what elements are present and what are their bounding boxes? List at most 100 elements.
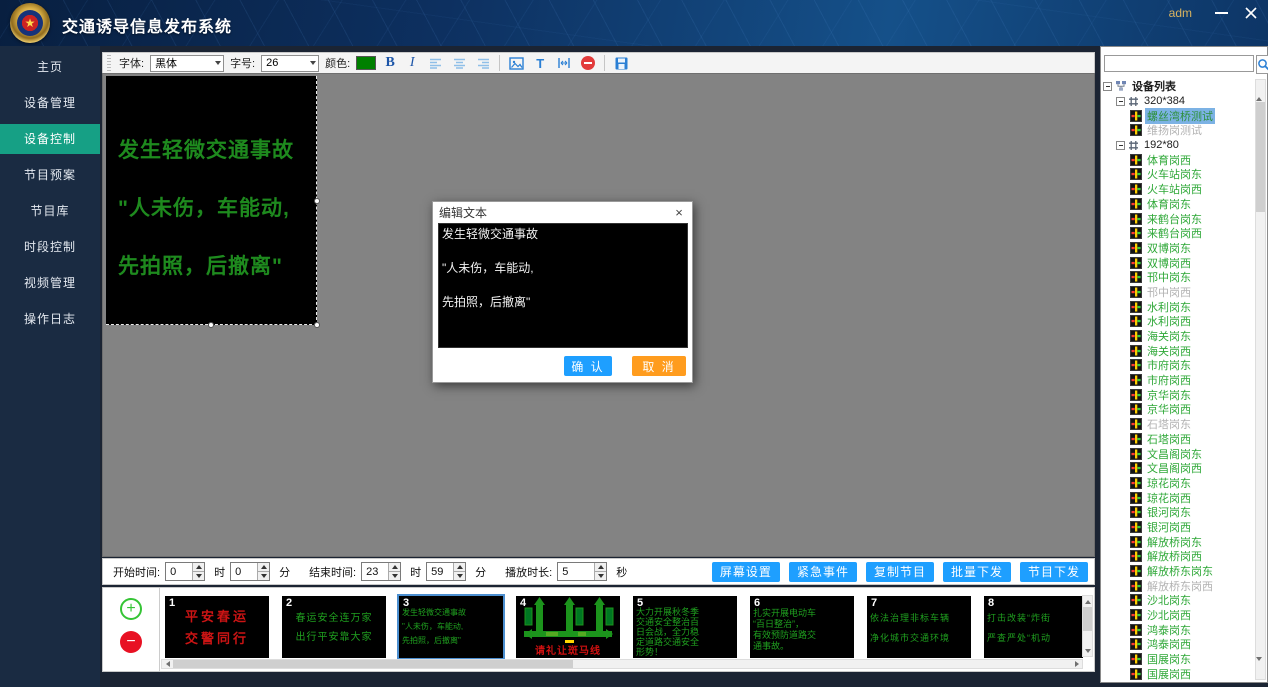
tree-root[interactable]: 设备列表 <box>1103 79 1254 94</box>
tree-device-邗中岗西[interactable]: 邗中岗西 <box>1103 285 1254 300</box>
tree-device-京华岗西[interactable]: 京华岗西 <box>1103 402 1254 417</box>
tree-device-火车站岗西[interactable]: 火车站岗西 <box>1103 182 1254 197</box>
tree-device-水利岗东[interactable]: 水利岗东 <box>1103 299 1254 314</box>
action-button-批量下发[interactable]: 批量下发 <box>943 562 1011 582</box>
duration-spinner[interactable]: 5 <box>557 562 607 581</box>
spinner-arrows[interactable] <box>453 563 465 580</box>
align-center-button[interactable] <box>450 54 468 72</box>
spinner-arrows[interactable] <box>594 563 606 580</box>
align-right-button[interactable] <box>474 54 492 72</box>
tree-device-体育岗东[interactable]: 体育岗东 <box>1103 197 1254 212</box>
playlist-item-2[interactable]: 2春运安全连万家出行平安靠大家 <box>282 596 386 658</box>
tree-device-来鹤台岗西[interactable]: 来鹤台岗西 <box>1103 226 1254 241</box>
confirm-button[interactable]: 确 认 <box>564 356 612 376</box>
device-search-input[interactable] <box>1104 55 1254 72</box>
tree-device-解放桥东岗东[interactable]: 解放桥东岗东 <box>1103 564 1254 579</box>
scroll-down-icon[interactable] <box>1083 645 1092 656</box>
tree-device-国展岗东[interactable]: 国展岗东 <box>1103 652 1254 667</box>
tree-device-银河岗东[interactable]: 银河岗东 <box>1103 505 1254 520</box>
collapse-expander-icon[interactable] <box>1116 97 1125 106</box>
tree-device-鸿泰岗西[interactable]: 鸿泰岗西 <box>1103 637 1254 652</box>
playlist-item-5[interactable]: 5大力开展秋冬季交通安全整治百日会战，全力稳定道路交通安全形势！ <box>633 596 737 658</box>
delete-program-button[interactable]: − <box>120 631 142 653</box>
tree-group-192*80[interactable]: 192*80 <box>1103 138 1254 153</box>
tree-device-国展岗西[interactable]: 国展岗西 <box>1103 667 1254 681</box>
resize-handle-right[interactable] <box>314 198 320 204</box>
scroll-up-icon[interactable] <box>1256 80 1265 98</box>
tree-device-维扬岗测试[interactable]: 维扬岗测试 <box>1103 123 1254 138</box>
start-hour-spinner[interactable]: 0 <box>165 562 205 581</box>
tree-device-京华岗东[interactable]: 京华岗东 <box>1103 387 1254 402</box>
spinner-arrows[interactable] <box>388 563 400 580</box>
action-button-复制节目[interactable]: 复制节目 <box>866 562 934 582</box>
tree-device-市府岗东[interactable]: 市府岗东 <box>1103 358 1254 373</box>
stop-button[interactable] <box>579 54 597 72</box>
tree-device-来鹤台岗东[interactable]: 来鹤台岗东 <box>1103 211 1254 226</box>
spinner-arrows[interactable] <box>257 563 269 580</box>
tree-device-鸿泰岗东[interactable]: 鸿泰岗东 <box>1103 622 1254 637</box>
tree-scrollbar[interactable] <box>1255 79 1266 680</box>
tree-device-螺丝湾桥测试[interactable]: 螺丝湾桥测试 <box>1103 108 1254 123</box>
playlist-vertical-scrollbar[interactable] <box>1082 595 1093 657</box>
edit-textarea[interactable]: 发生轻微交通事故 "人未伤，车能动, 先拍照，后撤离" <box>438 223 688 348</box>
tree-device-琼花岗西[interactable]: 琼花岗西 <box>1103 490 1254 505</box>
playlist-item-4[interactable]: 4请礼让斑马线 <box>516 596 620 658</box>
toolbar-grip[interactable] <box>107 55 111 71</box>
minimize-button[interactable] <box>1210 4 1232 22</box>
font-select[interactable]: 黑体 <box>150 55 224 72</box>
bold-button[interactable]: B <box>382 54 398 72</box>
tree-device-邗中岗东[interactable]: 邗中岗东 <box>1103 270 1254 285</box>
tree-device-双博岗西[interactable]: 双博岗西 <box>1103 255 1254 270</box>
cancel-button[interactable]: 取 消 <box>632 356 686 376</box>
tree-device-体育岗西[interactable]: 体育岗西 <box>1103 152 1254 167</box>
tree-device-石塔岗西[interactable]: 石塔岗西 <box>1103 432 1254 447</box>
led-preview-panel[interactable]: 发生轻微交通事故"人未伤，车能动,先拍照，后撤离" <box>106 76 317 325</box>
sidebar-item-操作日志[interactable]: 操作日志 <box>0 304 100 334</box>
tree-device-火车站岗东[interactable]: 火车站岗东 <box>1103 167 1254 182</box>
playlist-horizontal-scrollbar[interactable] <box>161 659 1083 669</box>
resize-handle-bottom[interactable] <box>208 322 214 328</box>
close-button[interactable] <box>1240 4 1262 22</box>
tree-device-市府岗西[interactable]: 市府岗西 <box>1103 373 1254 388</box>
resize-handle-corner[interactable] <box>314 322 320 328</box>
scrollbar-thumb[interactable] <box>1256 102 1265 212</box>
playlist-item-7[interactable]: 7依法治理非标车辆净化城市交通环境 <box>867 596 971 658</box>
add-program-button[interactable]: + <box>120 598 142 620</box>
action-button-紧急事件[interactable]: 紧急事件 <box>789 562 857 582</box>
dialog-titlebar[interactable]: 编辑文本 × <box>433 202 692 222</box>
italic-button[interactable]: I <box>404 54 420 72</box>
sidebar-item-主页[interactable]: 主页 <box>0 52 100 82</box>
tree-device-解放桥岗西[interactable]: 解放桥岗西 <box>1103 549 1254 564</box>
playlist-item-6[interactable]: 6扎实开展电动车“百日整治”，有效预防道路交通事故。 <box>750 596 854 658</box>
align-left-button[interactable] <box>426 54 444 72</box>
sidebar-item-节目库[interactable]: 节目库 <box>0 196 100 226</box>
sidebar-item-视频管理[interactable]: 视频管理 <box>0 268 100 298</box>
tree-device-解放桥东岗西[interactable]: 解放桥东岗西 <box>1103 578 1254 593</box>
scroll-left-icon[interactable] <box>162 660 173 668</box>
insert-text-button[interactable]: T <box>531 54 549 72</box>
tree-device-水利岗西[interactable]: 水利岗西 <box>1103 314 1254 329</box>
tree-device-银河岗西[interactable]: 银河岗西 <box>1103 520 1254 535</box>
insert-image-button[interactable] <box>507 54 525 72</box>
tree-device-石塔岗东[interactable]: 石塔岗东 <box>1103 417 1254 432</box>
action-button-屏幕设置[interactable]: 屏幕设置 <box>712 562 780 582</box>
dialog-close-button[interactable]: × <box>672 205 686 220</box>
tree-group-320*384[interactable]: 320*384 <box>1103 94 1254 109</box>
end-minute-spinner[interactable]: 59 <box>426 562 466 581</box>
tree-device-海关岗东[interactable]: 海关岗东 <box>1103 329 1254 344</box>
tree-device-解放桥岗东[interactable]: 解放桥岗东 <box>1103 534 1254 549</box>
size-select[interactable]: 26 <box>261 55 319 72</box>
collapse-expander-icon[interactable] <box>1116 141 1125 150</box>
playlist-item-8[interactable]: 8打击改装“炸街严查严处“机动 <box>984 596 1083 658</box>
tree-device-文昌阁岗西[interactable]: 文昌阁岗西 <box>1103 461 1254 476</box>
tree-device-双博岗东[interactable]: 双博岗东 <box>1103 241 1254 256</box>
scroll-down-icon[interactable] <box>1256 661 1265 679</box>
tree-device-沙北岗东[interactable]: 沙北岗东 <box>1103 593 1254 608</box>
spacing-button[interactable] <box>555 54 573 72</box>
scrollbar-thumb[interactable] <box>1083 607 1092 631</box>
tree-device-沙北岗西[interactable]: 沙北岗西 <box>1103 608 1254 623</box>
playlist-item-1[interactable]: 1平安春运交警同行 <box>165 596 269 658</box>
end-hour-spinner[interactable]: 23 <box>361 562 401 581</box>
sidebar-item-时段控制[interactable]: 时段控制 <box>0 232 100 262</box>
sidebar-item-设备管理[interactable]: 设备管理 <box>0 88 100 118</box>
